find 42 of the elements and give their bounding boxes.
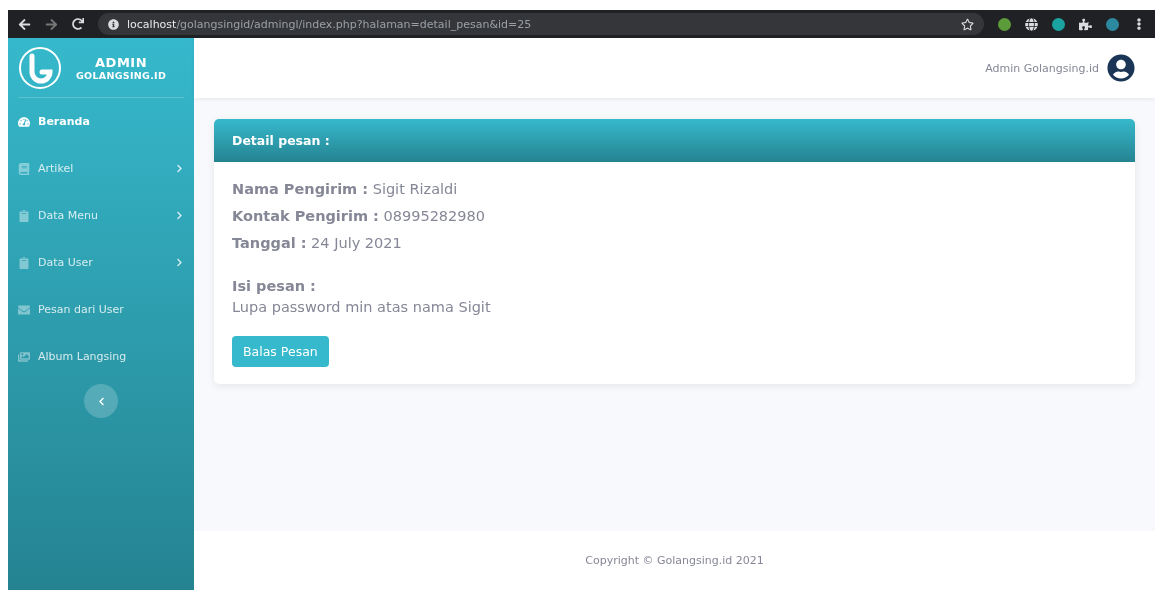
sidebar-item[interactable]: Beranda	[18, 98, 184, 145]
forward-icon[interactable]	[45, 17, 58, 31]
globe-icon[interactable]	[1025, 17, 1038, 31]
sidebar-item[interactable]: Artikel	[18, 145, 184, 192]
chevron-icon	[175, 258, 184, 267]
profile-avatar[interactable]	[1106, 17, 1119, 31]
chevron-left-icon	[96, 396, 106, 406]
sidebar-item[interactable]: Album Langsing	[18, 333, 184, 380]
detail-line: Kontak Pengirim : 08995282980	[232, 207, 486, 226]
clipboard-icon	[18, 256, 30, 269]
copyright-text: Copyright © Golangsing.id 2021	[585, 554, 764, 567]
detail-line: Tanggal : 24 July 2021	[232, 234, 403, 253]
message-label: Isi pesan :	[232, 277, 317, 296]
star-icon[interactable]	[961, 17, 974, 31]
user-name: Admin Golangsing.id	[985, 61, 1099, 75]
dashboard-icon	[18, 115, 30, 128]
reload-icon[interactable]	[72, 18, 84, 30]
extensions-icon[interactable]	[1079, 17, 1092, 31]
extension-icon[interactable]	[998, 17, 1011, 31]
extension-icon[interactable]	[1052, 17, 1065, 31]
sidebar-toggle-button[interactable]	[84, 384, 118, 418]
back-icon[interactable]	[18, 17, 31, 31]
mail-icon	[18, 303, 30, 316]
message-text: Lupa password min atas nama Sigit	[232, 298, 492, 317]
chevron-icon	[175, 211, 184, 220]
avatar-icon[interactable]	[1107, 54, 1135, 82]
book-icon	[18, 162, 30, 175]
reply-button[interactable]: Balas Pesan	[232, 336, 329, 367]
info-icon	[108, 18, 119, 30]
sidebar-item[interactable]: Data User	[18, 239, 184, 286]
detail-line: Nama Pengirim : Sigit Rizaldi	[232, 180, 459, 199]
address-bar[interactable]: localhost/golangsingid/admingl/index.php?halaman=detail_pesan&id=25	[98, 13, 984, 35]
url-text: localhost/golangsingid/admingl/index.php?halaman=detail_pesan&id=25	[127, 17, 532, 31]
logo-icon	[18, 45, 62, 90]
chevron-icon	[175, 164, 184, 173]
images-icon	[18, 350, 30, 363]
sidebar-item[interactable]: Pesan dari User	[18, 286, 184, 333]
brand-subtitle: GOLANGSING.ID	[76, 69, 167, 81]
brand-title: ADMIN	[95, 54, 148, 70]
card-header: Detail pesan :	[214, 119, 1135, 162]
sidebar-item[interactable]: Data Menu	[18, 192, 184, 239]
clipboard-icon	[18, 209, 30, 222]
